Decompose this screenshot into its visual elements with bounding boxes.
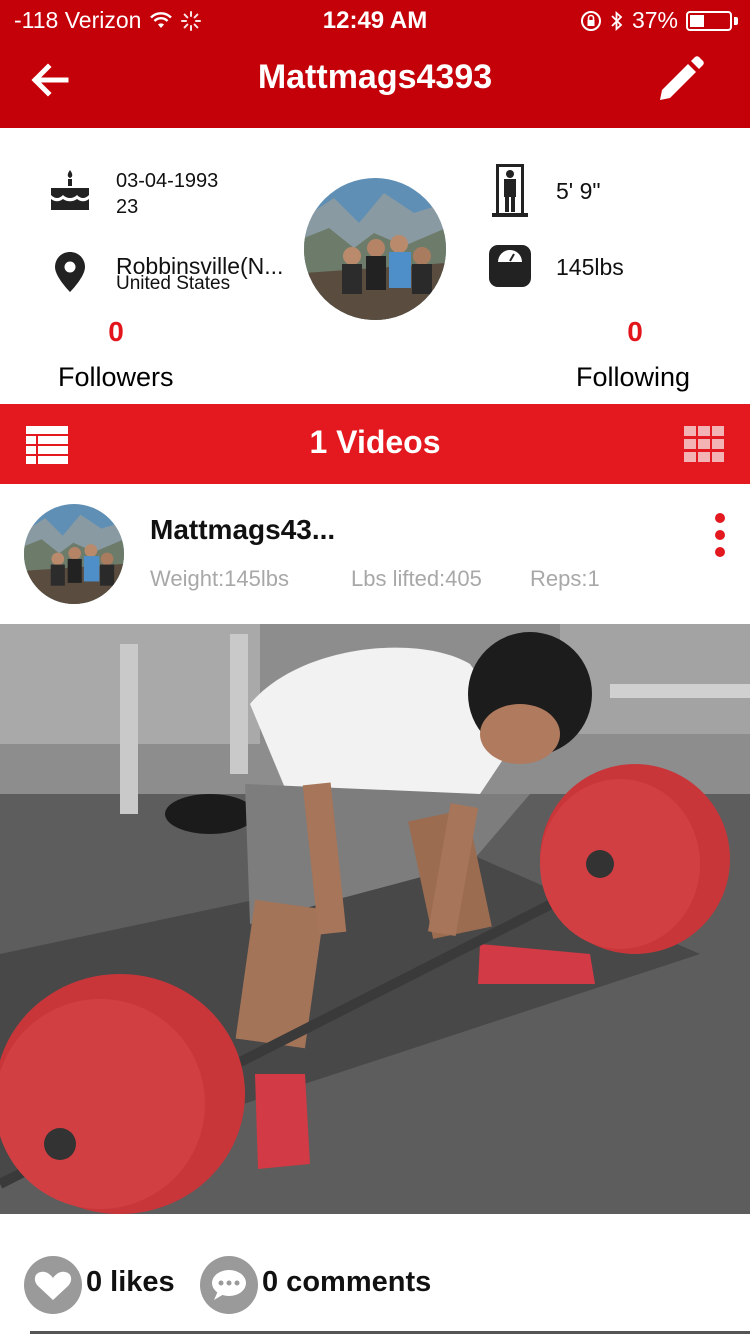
post-weight: Weight:145lbs: [150, 566, 290, 591]
more-vertical-icon: [715, 513, 725, 557]
followers-label[interactable]: Followers: [58, 362, 174, 393]
battery-percent: 37%: [631, 7, 678, 33]
height-icon: [492, 164, 528, 217]
videos-bar: 1 Videos: [0, 404, 750, 484]
pencil-icon: [660, 56, 704, 100]
followers-count[interactable]: 0: [86, 316, 146, 348]
profile-info: 03-04-1993 23 Robbinsville(N... United S…: [0, 128, 750, 404]
more-options-button[interactable]: [712, 512, 728, 558]
post-username[interactable]: Mattmags43...: [150, 514, 335, 546]
post-actions: 0 likes 0 comments: [0, 1214, 750, 1334]
comment-bubble-icon: [212, 1270, 246, 1300]
battery-fill: [690, 14, 704, 27]
profile-avatar[interactable]: [304, 178, 446, 320]
avatar-photo: [304, 178, 446, 320]
status-right: 37%: [580, 7, 738, 34]
post-header: Mattmags43... Weight:145lbs Lbs lifted:4…: [0, 484, 750, 624]
post-lbs-lifted: Lbs lifted:405: [351, 566, 482, 591]
nav-bar: Mattmags4393: [0, 40, 750, 128]
heart-icon: [34, 1271, 72, 1300]
battery-icon: [686, 10, 732, 31]
birthdate-text: 03-04-1993: [116, 170, 219, 192]
avatar-photo-small: [24, 504, 124, 604]
profile-screen: -118 Verizon 12:49 AM 37% Mattmags4393 0…: [0, 0, 750, 1334]
country-text: United States: [116, 273, 231, 294]
comments-count[interactable]: 0 comments: [262, 1266, 431, 1299]
following-count[interactable]: 0: [605, 316, 665, 348]
like-button[interactable]: [24, 1256, 82, 1314]
scale-icon: [489, 245, 531, 287]
post-reps: Reps:1: [530, 566, 600, 591]
page-title: Mattmags4393: [257, 58, 493, 96]
post-avatar[interactable]: [24, 504, 124, 604]
grid-view-button[interactable]: [684, 426, 724, 462]
height-text: 5' 9": [556, 178, 601, 204]
birthday-cake-icon: [51, 170, 89, 210]
comment-button[interactable]: [200, 1256, 258, 1314]
likes-count[interactable]: 0 likes: [86, 1266, 175, 1299]
deadlift-photo: [0, 624, 750, 1214]
post-video-thumbnail[interactable]: [0, 624, 750, 1214]
status-bar: -118 Verizon 12:49 AM 37%: [0, 0, 750, 40]
bluetooth-icon: [611, 10, 623, 31]
battery-nub: [734, 16, 738, 25]
grid-view-icon: [684, 426, 724, 462]
rotation-lock-icon: [580, 10, 601, 31]
videos-count-title: 1 Videos: [309, 424, 441, 460]
weight-text: 145lbs: [556, 254, 624, 280]
edit-button[interactable]: [656, 54, 706, 104]
age-text: 23: [116, 196, 139, 218]
header: -118 Verizon 12:49 AM 37% Mattmags4393: [0, 0, 750, 128]
following-label[interactable]: Following: [576, 362, 690, 393]
location-pin-icon: [55, 252, 85, 292]
